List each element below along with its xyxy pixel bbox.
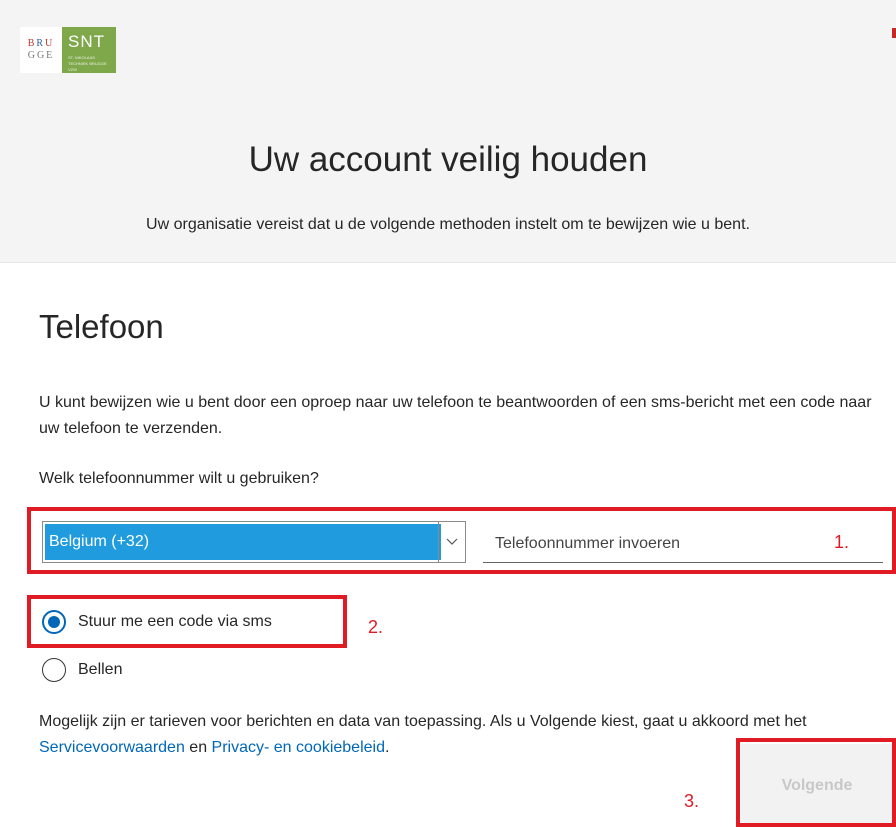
section-description: U kunt bewijzen wie u bent door een opro… xyxy=(39,394,872,437)
section-title: Telefoon xyxy=(39,308,164,345)
header-band: B R U G G E SNT ST. NIKOLAAS TECHNIEK BR… xyxy=(0,0,896,263)
annotation-box-2 xyxy=(27,595,347,648)
annotation-label-3: 3. xyxy=(684,791,700,811)
privacy-cookie-link[interactable]: Privacy- en cookiebeleid xyxy=(212,739,385,756)
radio-call-unselected-icon[interactable] xyxy=(42,658,66,682)
brugge-snt-logo: B R U G G E SNT ST. NIKOLAAS TECHNIEK BR… xyxy=(20,27,116,73)
annotation-label-2: 2. xyxy=(368,617,384,637)
page-title: Uw account veilig houden xyxy=(248,140,648,179)
radio-option-label: Bellen xyxy=(78,661,123,678)
annotation-box-3 xyxy=(736,738,896,827)
radio-option-call[interactable]: Bellen xyxy=(42,658,122,682)
annotation-label-1: 1. xyxy=(834,532,850,552)
annotation-box-1 xyxy=(27,507,896,574)
logo-snt: SNT ST. NIKOLAAS TECHNIEK BRUGGE VZW xyxy=(62,27,116,73)
corner-mark xyxy=(892,28,896,38)
page-subtitle: Uw organisatie vereist dat u de volgende… xyxy=(146,216,750,233)
phone-question: Welk telefoonnummer wilt u gebruiken? xyxy=(39,470,319,487)
terms-of-service-link[interactable]: Servicevoorwaarden xyxy=(39,739,185,756)
logo-brugge: B R U G G E xyxy=(20,27,62,73)
